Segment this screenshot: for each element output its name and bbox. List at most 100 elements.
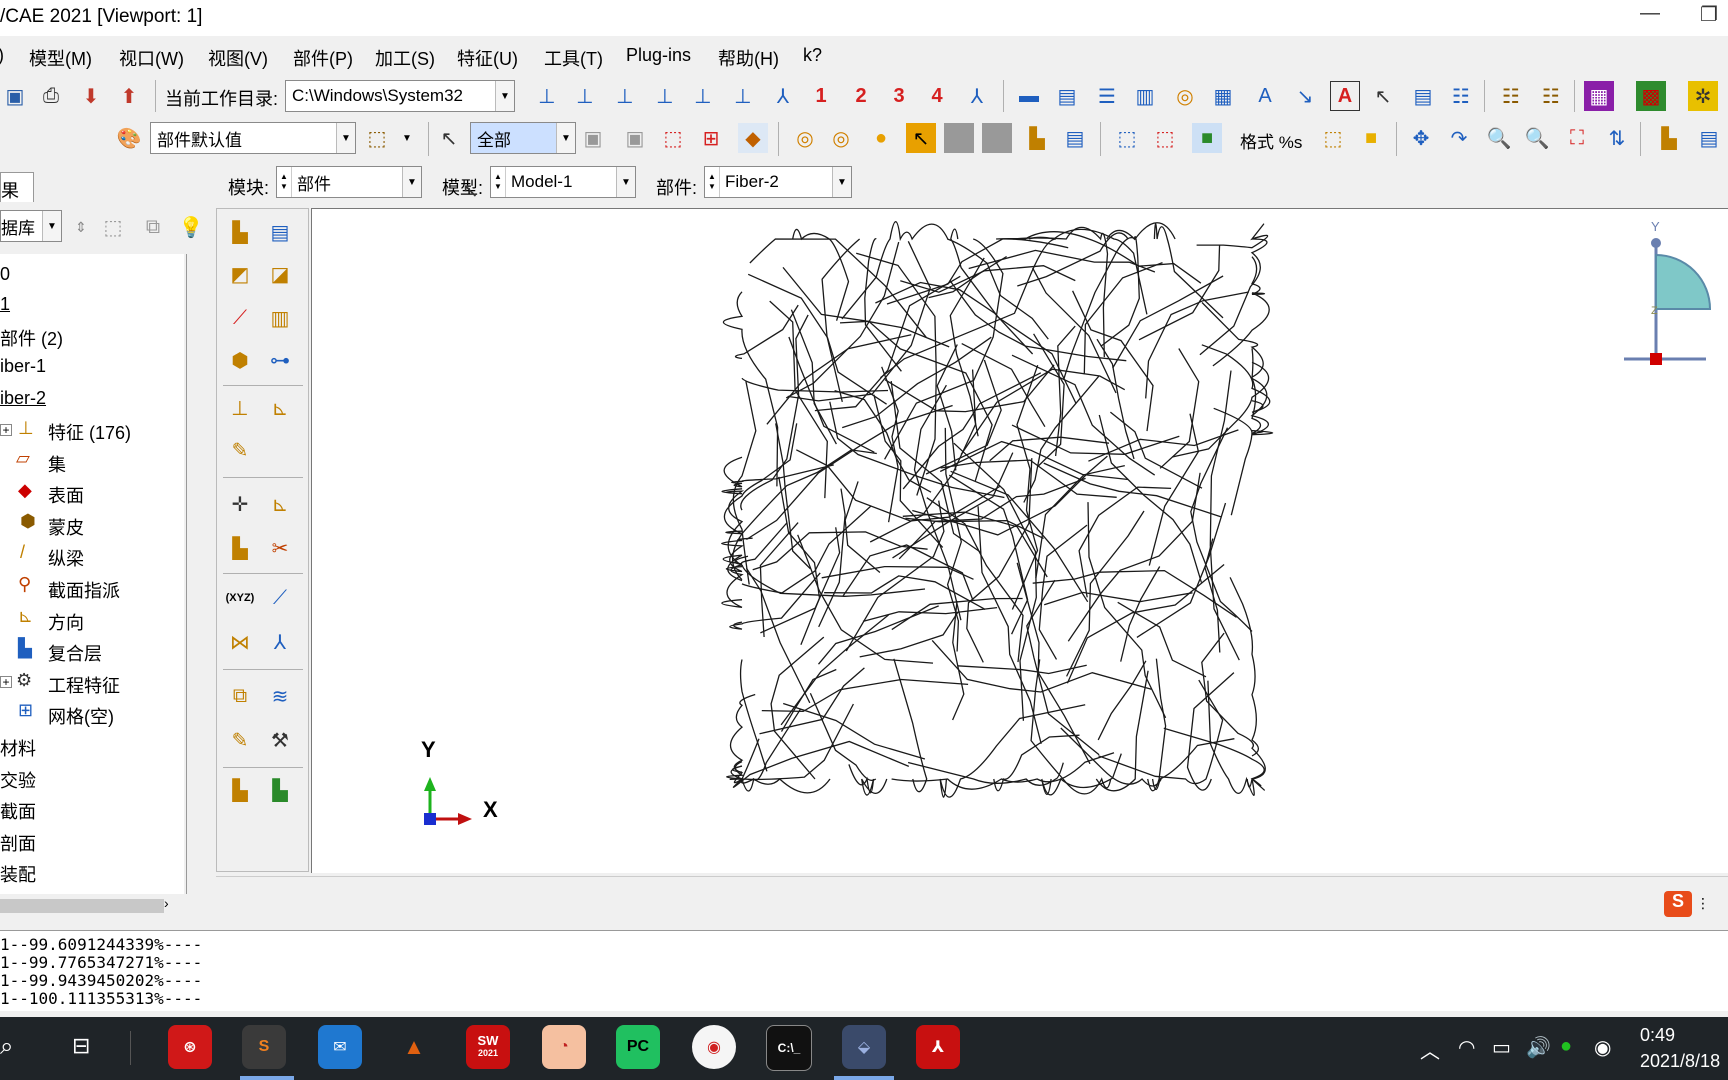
selection-filter-combo[interactable]: 全部 ▼ [470,122,576,154]
chrome-icon[interactable]: ◉ [692,1025,736,1069]
menu-tools[interactable]: 工具(T) [544,45,603,71]
fiber-curve[interactable] [721,555,749,608]
spin-icon[interactable]: ▲ ▼ [705,167,720,197]
fiber-curve[interactable] [818,488,846,628]
tree-item-profiles[interactable]: 剖面 [0,830,36,856]
fiber-curve[interactable] [797,534,934,664]
fiber-curve[interactable] [1038,524,1088,660]
link-viewports-icon[interactable]: ◎ [1170,81,1200,111]
fiber-curve[interactable] [1186,672,1235,791]
cube-solid-icon[interactable]: ■ [1356,123,1386,153]
spin-icon[interactable]: ▲ ▼ [491,167,506,197]
partition-edge-icon[interactable]: ⊾ [265,393,295,423]
list-options-icon[interactable]: ☷ [1446,81,1476,111]
edit-feature-icon[interactable]: ✎ [225,435,255,465]
tools-icon[interactable]: ⚒ [265,725,295,755]
view-3-button[interactable]: 3 [884,81,914,111]
shaded-icon[interactable]: ■ [1192,123,1222,153]
tree-item-composite-layups[interactable]: 复合层 [48,640,102,666]
fiber-curve[interactable] [864,238,902,372]
model-tree[interactable]: 0 1 部件 (2) iber-1 iber-2 + ⊥ 特征 (176) ▱ … [0,254,187,894]
tree-item-assembly[interactable]: 装配 [0,861,36,887]
fiber-curve[interactable] [783,702,926,760]
cube-outline-icon[interactable]: ⬚ [1318,123,1348,153]
cycle-views-icon[interactable]: ⇅ [1602,123,1632,153]
tree-item-engineering-features[interactable]: 工程特征 [48,672,120,698]
select-arrow-icon[interactable]: ↖ [434,123,464,153]
fiber-curve[interactable] [948,474,1029,635]
mirror-icon[interactable]: ⊶ [265,345,295,375]
wifi-icon[interactable]: ◠ [1458,1035,1475,1060]
chevron-down-icon[interactable]: ▼ [42,211,61,241]
fiber-curve[interactable] [729,693,756,784]
fiber-curve[interactable] [1138,244,1221,341]
expand-collapse-icon[interactable]: ⇕ [66,212,96,242]
datum-point-icon[interactable]: ✛ [225,489,255,519]
fiber-curve[interactable] [1201,302,1264,378]
fiber-curve[interactable] [939,440,1129,481]
fiber-curve[interactable] [989,436,1110,462]
fiber-curve[interactable] [778,476,821,646]
fiber-curve[interactable] [884,364,1055,413]
tree-item[interactable]: 1 [0,294,10,315]
select-box-icon[interactable]: ▣ [620,123,650,153]
tree-item-section-assignments[interactable]: 截面指派 [48,577,120,603]
workdir-combo[interactable]: C:\Windows\System32 ▼ [285,80,515,112]
chevron-down-icon[interactable]: ▼ [402,167,421,197]
volume-icon[interactable]: 🔊 [1526,1035,1551,1060]
wechat-icon[interactable]: ● [1560,1035,1572,1058]
expand-icon[interactable]: + [0,676,12,688]
view-axis-xz-icon[interactable]: ⊥ [650,81,680,111]
boolean-intersect-icon[interactable]: ◎ [826,123,856,153]
view-axis-xy-icon[interactable]: ⊥ [570,81,600,111]
menu-view[interactable]: 视图(V) [208,45,268,71]
view-axis-zy-icon[interactable]: ⊥ [688,81,718,111]
view-2-button[interactable]: 2 [846,81,876,111]
fiber-curve[interactable] [1153,223,1224,319]
fiber-curve[interactable] [1147,658,1167,792]
fiber-curve[interactable] [966,458,1033,663]
tree-item-sets[interactable]: 集 [48,451,66,477]
tree-item-orientations[interactable]: 方向 [48,609,84,635]
fiber-curve[interactable] [730,703,854,781]
query-icon[interactable]: ▙ [1654,123,1684,153]
text-box-icon[interactable]: A [1330,81,1360,111]
wireframe-icon[interactable]: ⬚ [1112,123,1142,153]
fiber-curve[interactable] [875,281,1034,355]
chevron-up-icon[interactable]: ︿ [1420,1035,1440,1064]
viewport-cascade-icon[interactable]: ▤ [1052,81,1082,111]
repair-face-icon[interactable]: ⧉ [225,681,255,711]
selection-option-icon[interactable]: ▣ [578,123,608,153]
fiber-curve[interactable] [725,708,801,784]
restore-icon[interactable]: ❐ [1700,2,1718,27]
menu-help[interactable]: 帮助(H) [718,45,779,71]
fiber-curve[interactable] [759,667,865,735]
annotation-manager-icon[interactable]: ▤ [1408,81,1438,111]
fiber-curve[interactable] [996,231,1202,284]
render-style-icon[interactable]: ✲ [1688,81,1718,111]
create-wire-icon[interactable]: ⟋ [225,303,255,333]
menu-part[interactable]: 部件(P) [293,45,353,71]
sublime-text-icon[interactable]: S [242,1025,286,1069]
rotate-icon[interactable]: ↷ [1444,123,1474,153]
menu-feature[interactable]: 特征(U) [457,45,518,71]
fiber-curve[interactable] [1190,427,1253,632]
drag-shape-icon[interactable]: ⬚ [658,123,688,153]
fiber-curve[interactable] [1196,223,1269,249]
fiber-curve[interactable] [893,658,928,793]
boolean-union-icon[interactable]: ◎ [790,123,820,153]
hidden-line-icon[interactable]: ⬚ [1150,123,1180,153]
fiber-curve[interactable] [1148,413,1200,566]
clock-date[interactable]: 2021/8/18 [1640,1051,1720,1072]
viewport-manager-icon[interactable]: ▦ [1208,81,1238,111]
shade-gray-1-icon[interactable] [944,123,974,153]
tree-up-icon[interactable]: ⬚ [98,212,128,242]
datum-mirror-icon[interactable]: ⋈ [225,627,255,657]
chevron-down-icon[interactable]: ▼ [495,81,514,111]
netease-music-icon[interactable]: ⊛ [168,1025,212,1069]
fiber-curve[interactable] [752,531,928,571]
model-combo[interactable]: ▲ ▼ Model-1 ▼ [490,166,636,198]
fiber-curve[interactable] [809,693,877,781]
lightbulb-icon[interactable]: 💡 [176,212,206,242]
tree-tab[interactable]: 果 [0,172,34,202]
